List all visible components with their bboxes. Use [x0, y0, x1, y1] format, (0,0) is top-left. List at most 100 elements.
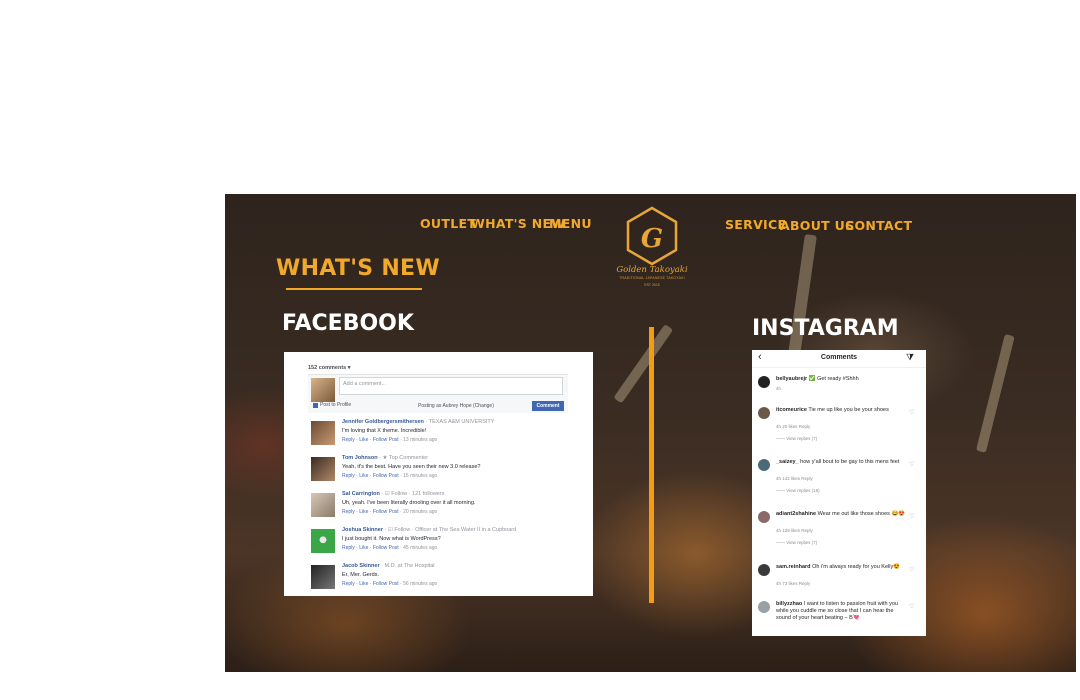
filter-icon[interactable]: ⧩ [906, 352, 914, 363]
view-replies[interactable]: —— View replies (7) [776, 540, 817, 545]
instagram-header-title: Comments [820, 354, 858, 361]
comment-action-links[interactable]: Reply · Like · Follow Post [342, 473, 399, 479]
vertical-divider [649, 327, 654, 603]
commenter-name-text[interactable]: Tom Johnson [342, 455, 378, 461]
avatar[interactable] [758, 376, 770, 388]
comment-meta[interactable]: 4h 142 likes Reply [776, 476, 813, 481]
comment-meta[interactable]: 4h 20 likes Reply [776, 424, 810, 429]
commenter-name[interactable]: Joshua Skinner · ☑ Follow · Officer at T… [342, 527, 516, 533]
facebook-comments-card: 152 comments ▾ Add a comment... Post to … [284, 352, 593, 596]
comment-time: · 15 minutes ago [400, 473, 438, 479]
commenter-name[interactable]: Sal Carrington · ☑ Follow · 121 follower… [342, 491, 444, 497]
comment-time: · 56 minutes ago [400, 581, 438, 587]
comment-text: Yeah, it's the best. Have you seen their… [342, 464, 481, 470]
list-item: Jennifer Goldbergersmithersen · TEXAS A&… [311, 419, 571, 453]
comment-button[interactable]: Comment [532, 401, 564, 411]
post-to-profile-label: Post to Profile [320, 402, 352, 408]
logo-letter: G [641, 224, 663, 254]
comment-body: bellyaubrejr ✅ Get ready #Shhh [776, 376, 906, 383]
comment-count[interactable]: 152 comments ▾ [308, 365, 351, 371]
facebook-heading: FACEBOOK [282, 311, 414, 336]
comment-body: itcomeurice Tie me up like you be your s… [776, 407, 906, 414]
comment-text: Oh i'm always ready for you Kelly😍 [812, 564, 901, 570]
comment-text: ✅ Get ready #Shhh [808, 376, 859, 382]
nav-about-us[interactable]: ABOUT US [780, 218, 854, 233]
comment-username[interactable]: billyzzhao [776, 601, 802, 607]
comment-text: I just bought it. Now what is WordPress? [342, 536, 441, 542]
list-item: bellyaubrejr ✅ Get ready #Shhh 4h [758, 376, 924, 400]
comment-actions[interactable]: Reply · Like · Follow Post · 56 minutes … [342, 581, 437, 587]
commenter-name[interactable]: Jennifer Goldbergersmithersen · TEXAS A&… [342, 419, 494, 425]
comment-action-links[interactable]: Reply · Like · Follow Post [342, 509, 399, 515]
section-title: WHAT'S NEW [276, 256, 440, 281]
commenter-name[interactable]: Tom Johnson · ★ Top Commenter [342, 455, 428, 461]
avatar[interactable] [758, 459, 770, 471]
avatar[interactable] [758, 407, 770, 419]
comment-meta[interactable]: 4h 128 likes Reply [776, 528, 813, 533]
comment-input[interactable]: Add a comment... [339, 377, 563, 395]
nav-service[interactable]: SERVICE [725, 217, 786, 232]
heart-icon[interactable]: ♡ [909, 461, 914, 468]
list-item: Jacob Skinner · M.D. at The Hospital Er,… [311, 563, 571, 596]
commenter-name-text[interactable]: Jacob Skinner [342, 563, 380, 569]
logo-hexagon-icon: G [626, 206, 678, 266]
view-replies[interactable]: —— View replies (7) [776, 436, 817, 441]
post-to-profile-checkbox[interactable] [313, 403, 318, 408]
comment-actions[interactable]: Reply · Like · Follow Post · 15 minutes … [342, 473, 437, 479]
avatar[interactable] [758, 601, 770, 613]
avatar[interactable] [758, 564, 770, 576]
comment-text: Tie me up like you be your shoes [808, 407, 889, 413]
list-item: itcomeurice Tie me up like you be your s… [758, 407, 924, 451]
nav-menu[interactable]: MENU [549, 216, 592, 231]
comment-meta[interactable]: 4h 73 likes Reply [776, 581, 810, 586]
avatar[interactable] [758, 511, 770, 523]
avatar[interactable] [311, 493, 335, 517]
comment-username[interactable]: sam.reinhard [776, 564, 811, 570]
nav-outlet[interactable]: OUTLET [420, 216, 476, 231]
comment-action-links[interactable]: Reply · Like · Follow Post [342, 545, 399, 551]
comment-action-links[interactable]: Reply · Like · Follow Post [342, 581, 399, 587]
comment-username[interactable]: bellyaubrejr [776, 376, 807, 382]
comment-username[interactable]: adiant2shahine [776, 511, 816, 517]
hero-banner: OUTLET WHAT'S NEW MENU SERVICE ABOUT US … [225, 194, 1076, 672]
heart-icon[interactable]: ♡ [909, 409, 914, 416]
comment-text: Wear me out like those shoes 😂😍 [817, 511, 906, 517]
comment-text: how y'all bout to be gay to this mens fe… [800, 459, 900, 465]
avatar[interactable] [311, 457, 335, 481]
comment-username[interactable]: _saizey_ [776, 459, 799, 465]
comment-time: · 13 minutes ago [400, 437, 438, 443]
comment-text: I'm loving that X theme. Incredible! [342, 428, 427, 434]
avatar[interactable] [311, 529, 335, 553]
instagram-comments-card: ‹ Comments ⧩ bellyaubrejr ✅ Get ready #S… [752, 350, 926, 636]
avatar[interactable] [311, 565, 335, 589]
list-item: _saizey_ how y'all bout to be gay to thi… [758, 459, 924, 503]
skewer-decoration [613, 324, 674, 404]
heart-icon[interactable]: ♡ [909, 566, 914, 573]
commenter-name-text[interactable]: Joshua Skinner [342, 527, 383, 533]
list-item: billyzzhao I want to listen to passion f… [758, 601, 924, 635]
comment-username[interactable]: itcomeurice [776, 407, 807, 413]
commenter-meta: · ☑ Follow · Officer at The Sea Water II… [384, 527, 517, 533]
comment-actions[interactable]: Reply · Like · Follow Post · 45 minutes … [342, 545, 437, 551]
logo-name: Golden Takoyaki [616, 265, 688, 275]
nav-contact[interactable]: CONTACT [845, 218, 912, 233]
view-replies[interactable]: —— View replies (18) [776, 488, 820, 493]
comment-action-links[interactable]: Reply · Like · Follow Post [342, 437, 399, 443]
list-item: Tom Johnson · ★ Top Commenter Yeah, it's… [311, 455, 571, 489]
commenter-meta: · ★ Top Commenter [379, 455, 429, 461]
commenter-name-text[interactable]: Jennifer Goldbergersmithersen [342, 419, 424, 425]
skewer-decoration [975, 334, 1015, 453]
list-item: adiant2shahine Wear me out like those sh… [758, 511, 924, 555]
avatar[interactable] [311, 421, 335, 445]
heart-icon[interactable]: ♡ [909, 513, 914, 520]
commenter-name-text[interactable]: Sal Carrington [342, 491, 380, 497]
list-item: Joshua Skinner · ☑ Follow · Officer at T… [311, 527, 571, 561]
brand-logo[interactable]: G Golden Takoyaki TRADITIONAL JAPANESE T… [616, 206, 688, 292]
comment-actions[interactable]: Reply · Like · Follow Post · 20 minutes … [342, 509, 437, 515]
comment-actions[interactable]: Reply · Like · Follow Post · 13 minutes … [342, 437, 437, 443]
heart-icon[interactable]: ♡ [909, 603, 914, 610]
instagram-header: ‹ Comments ⧩ [752, 350, 926, 368]
posting-as-label[interactable]: Posting as Aubrey Hope (Change) [418, 403, 494, 409]
comment-meta: 4h [776, 386, 782, 391]
commenter-name[interactable]: Jacob Skinner · M.D. at The Hospital [342, 563, 435, 569]
